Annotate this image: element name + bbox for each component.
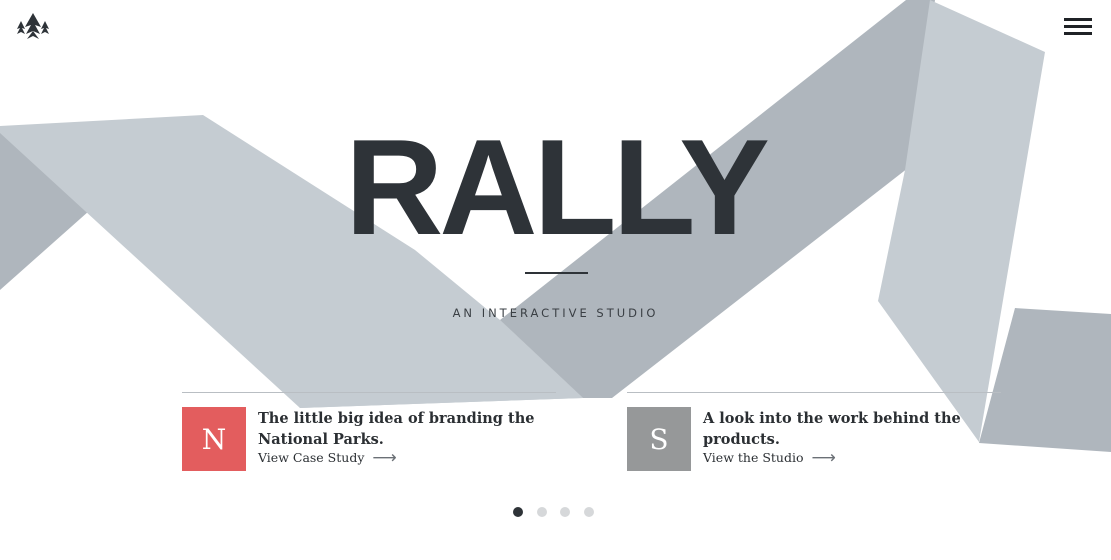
- card-badge: S: [627, 407, 691, 471]
- card-badge: N: [182, 407, 246, 471]
- ribbon-background: [0, 0, 1111, 452]
- card-heading: A look into the work behind the products…: [703, 410, 961, 448]
- menu-line: [1064, 32, 1092, 35]
- arrow-right-icon: ⟶: [372, 447, 397, 468]
- studio-card[interactable]: S A look into the work behind the produc…: [627, 392, 1001, 472]
- carousel-pagination: [513, 507, 607, 517]
- arrow-right-icon: ⟶: [811, 447, 836, 468]
- menu-line: [1064, 25, 1092, 28]
- triple-pine-tree-icon: [17, 13, 49, 39]
- case-study-card-national-parks[interactable]: N The little big idea of branding the Na…: [182, 392, 556, 472]
- title-divider: [525, 272, 588, 274]
- view-case-study-link[interactable]: View Case Study ⟶: [258, 447, 397, 468]
- card-link-label: View Case Study: [258, 450, 365, 465]
- carousel-dot[interactable]: [583, 507, 594, 517]
- hero-title: RALLY: [345, 111, 770, 263]
- hero-stage: RALLY AN INTERACTIVE STUDIO N The little…: [0, 0, 1111, 560]
- card-link-label: View the Studio: [703, 450, 804, 465]
- hamburger-menu-icon[interactable]: [1064, 18, 1092, 38]
- logo[interactable]: [15, 12, 51, 42]
- tagline: AN INTERACTIVE STUDIO: [452, 306, 659, 320]
- view-studio-link[interactable]: View the Studio ⟶: [703, 447, 836, 468]
- carousel-dot[interactable]: [560, 507, 570, 517]
- carousel-dot[interactable]: [536, 507, 547, 517]
- menu-line: [1064, 18, 1092, 21]
- card-heading: The little big idea of branding the Nati…: [258, 410, 535, 448]
- carousel-dot[interactable]: [513, 507, 523, 517]
